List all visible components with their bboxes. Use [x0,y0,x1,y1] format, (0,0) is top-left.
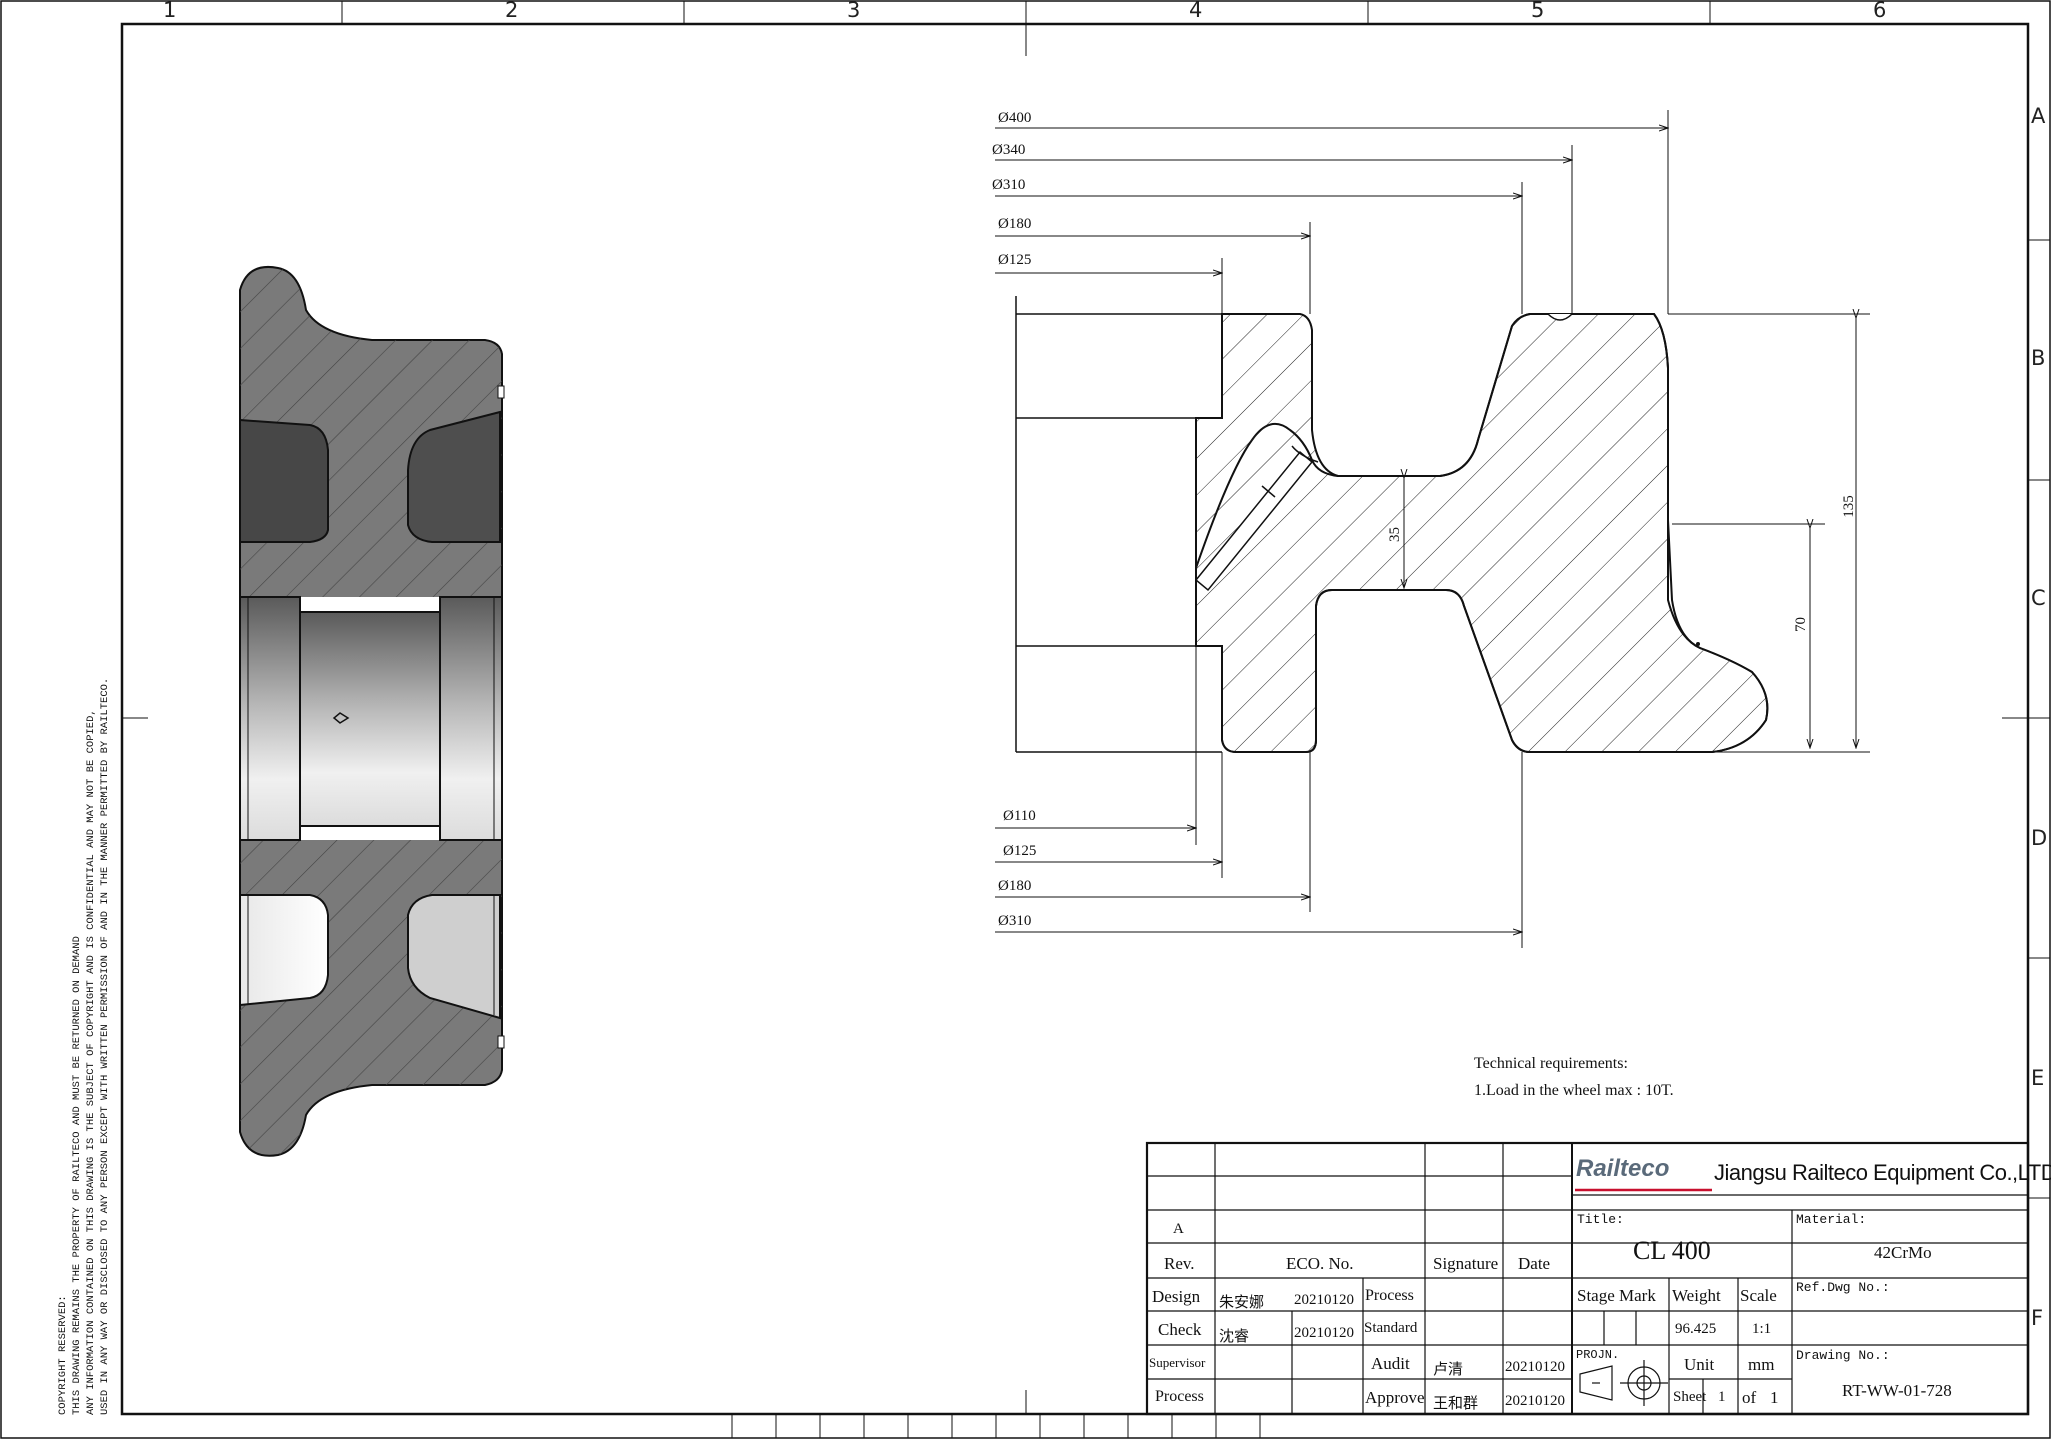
dim-dia-340: Ø340 [992,142,1026,158]
bore-left-step [239,596,301,841]
audit-date: 20210120 [1505,1359,1565,1375]
standard-label: Standard [1364,1320,1418,1336]
zone-row-a: A [2031,104,2046,128]
dim-height-70: 70 [1793,617,1809,632]
check-label: Check [1158,1320,1202,1339]
dim-dia-400: Ø400 [998,110,1032,126]
title-value: CL 400 [1633,1236,1711,1265]
zone-col-5: 5 [1531,0,1545,22]
company-name: Jiangsu Railteco Equipment Co.,LTD [1714,1160,2051,1185]
zone-col-6: 6 [1873,0,1887,22]
copyright-notice: COPYRIGHT RESERVED: THIS DRAWING REMAINS… [56,678,112,1415]
zone-col-2: 2 [505,0,519,22]
date-header: Date [1518,1254,1551,1273]
bore-right-step [439,596,503,841]
copyright-line-3: ANY INFORMATION CONTAINED ON THIS DRAWIN… [85,709,97,1415]
dim-dia-180-top: Ø180 [998,216,1032,232]
ref-dwg-label: Ref.Dwg No.: [1796,1280,1890,1295]
dim-height-135: 135 [1840,495,1857,518]
rev-header: Rev. [1164,1254,1195,1273]
upper-left-pocket [239,418,329,543]
material-label: Material: [1796,1212,1867,1227]
eco-header: ECO. No. [1286,1254,1354,1273]
dim-dia-180-bottom: Ø180 [998,878,1032,894]
zone-row-d: D [2031,826,2048,850]
of-label: of [1742,1388,1757,1407]
copyright-line-1: COPYRIGHT RESERVED: [57,1295,69,1415]
dim-dia-310-bottom: Ø310 [998,913,1032,929]
unit-value: mm [1748,1355,1775,1374]
lower-left-pocket [239,894,329,1007]
zone-row-e: E [2031,1066,2045,1090]
tech-req-heading: Technical requirements: [1474,1055,1628,1072]
design-name: 朱安娜 [1219,1293,1265,1311]
material-value: 42CrMo [1874,1243,1932,1262]
copyright-line-4: USED IN ANY WAY OR DISCLOSED TO ANY PERS… [99,677,111,1415]
of-value: 1 [1770,1388,1779,1407]
approve-date: 20210120 [1505,1393,1565,1409]
zone-col-1: 1 [163,0,177,22]
tech-req-item-1: 1.Load in the wheel max : 10T. [1474,1082,1674,1099]
approve-name: 王和群 [1433,1394,1479,1412]
design-date: 20210120 [1294,1292,1354,1308]
scale-value: 1:1 [1752,1321,1772,1337]
dim-dia-125-bottom: Ø125 [1003,843,1037,859]
drawing-no-label: Drawing No.: [1796,1348,1890,1363]
projection-label: PROJN. [1576,1348,1620,1362]
company-logo: Railteco [1576,1155,1670,1182]
audit-label: Audit [1371,1354,1410,1373]
bore-center [299,611,441,827]
rev-letter: A [1173,1221,1184,1237]
dim-dia-110: Ø110 [1003,808,1036,824]
profile-hatched [1195,313,1769,753]
title-label: Title: [1577,1212,1624,1227]
wheel-half-section [1015,296,1769,753]
approve-label: Approve [1365,1388,1425,1407]
weight-label: Weight [1672,1286,1721,1305]
drawing-sheet: 1 2 3 4 5 6 A B C D E F COPYRIGHT RESERV… [0,0,2051,1439]
zone-col-4: 4 [1189,0,1203,22]
supervisor-label: Supervisor [1149,1355,1206,1370]
zone-col-3: 3 [847,0,861,22]
dim-dia-310-top: Ø310 [992,177,1026,193]
zone-row-c: C [2031,586,2046,610]
sheet-label: Sheet [1673,1389,1707,1405]
stage-mark-label: Stage Mark [1577,1286,1656,1305]
check-name: 沈睿 [1219,1327,1250,1345]
dim-dia-125-top: Ø125 [998,252,1032,268]
copyright-line-2: THIS DRAWING REMAINS THE PROPERTY OF RAI… [71,936,83,1415]
process-row-label: Process [1155,1388,1204,1405]
audit-name: 卢清 [1433,1360,1464,1378]
weight-value: 96.425 [1675,1321,1717,1337]
design-label: Design [1152,1287,1201,1306]
wheel-left-section [239,266,505,1157]
dim-web-gap-35: 35 [1387,527,1403,542]
scale-label: Scale [1740,1286,1777,1305]
drawing-no-value: RT-WW-01-728 [1842,1381,1952,1400]
zone-row-f: F [2031,1306,2044,1330]
zone-row-b: B [2031,346,2046,370]
check-date: 20210120 [1294,1325,1354,1341]
sheet-value: 1 [1718,1389,1726,1405]
signature-header: Signature [1433,1254,1499,1273]
unit-label: Unit [1684,1355,1715,1374]
projection-symbol [1579,1360,1668,1406]
process-label: Process [1365,1287,1414,1304]
